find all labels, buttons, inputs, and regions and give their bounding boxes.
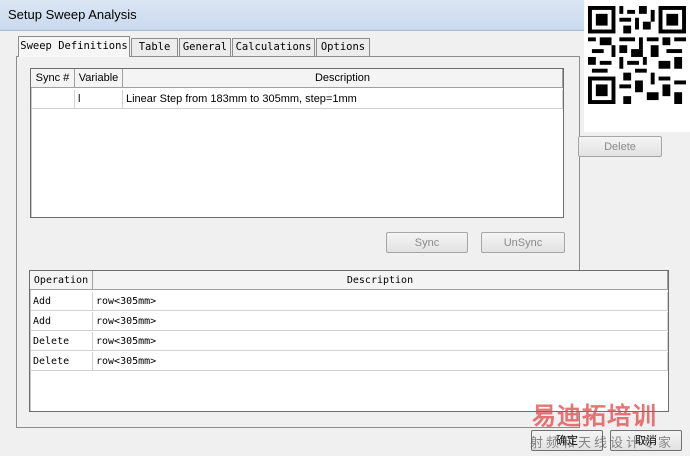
table-row-description[interactable]: Linear Step from 183mm to 305mm, step=1m… xyxy=(123,90,563,109)
table-row-operation[interactable]: Delete xyxy=(30,332,93,351)
tab-table[interactable]: Table xyxy=(131,38,178,56)
column-header-description[interactable]: Description xyxy=(123,69,563,88)
sync-button[interactable]: Sync xyxy=(386,232,468,253)
tab-options[interactable]: Options xyxy=(316,38,370,56)
sweep-definitions-table[interactable]: Sync # Variable Description l Linear Ste… xyxy=(30,68,564,218)
table-row-sync[interactable] xyxy=(31,90,75,109)
tab-general[interactable]: General xyxy=(179,38,231,56)
table-row-op-description[interactable]: row<305mm> xyxy=(93,292,668,311)
table-row-operation[interactable]: Delete xyxy=(30,352,93,371)
qr-code-icon xyxy=(588,6,686,104)
qr-code-image xyxy=(584,0,690,132)
watermark-tagline: 射频和天线设计专家 xyxy=(530,435,675,450)
column-header-op-description[interactable]: Description xyxy=(93,271,668,290)
unsync-button[interactable]: UnSync xyxy=(481,232,565,253)
window-title: Setup Sweep Analysis xyxy=(8,7,137,22)
column-header-operation[interactable]: Operation xyxy=(30,271,93,290)
operations-table[interactable]: Operation Description Add row<305mm> Add… xyxy=(29,270,669,412)
column-header-sync[interactable]: Sync # xyxy=(31,69,75,88)
table-row-operation[interactable]: Add xyxy=(30,292,93,311)
column-header-variable[interactable]: Variable xyxy=(75,69,123,88)
watermark-logo-text: 易迪拓培训 xyxy=(532,403,657,430)
table-row-variable[interactable]: l xyxy=(75,90,123,109)
dialog-window: Setup Sweep Analysis Sweep Definitions T… xyxy=(0,0,690,456)
table-row-op-description[interactable]: row<305mm> xyxy=(93,312,668,331)
table-row-operation[interactable]: Add xyxy=(30,312,93,331)
table-row-op-description[interactable]: row<305mm> xyxy=(93,352,668,371)
tab-sweep-definitions[interactable]: Sweep Definitions xyxy=(18,36,130,57)
delete-button[interactable]: Delete xyxy=(578,136,662,157)
tab-calculations[interactable]: Calculations xyxy=(232,38,315,56)
table-row-op-description[interactable]: row<305mm> xyxy=(93,332,668,351)
